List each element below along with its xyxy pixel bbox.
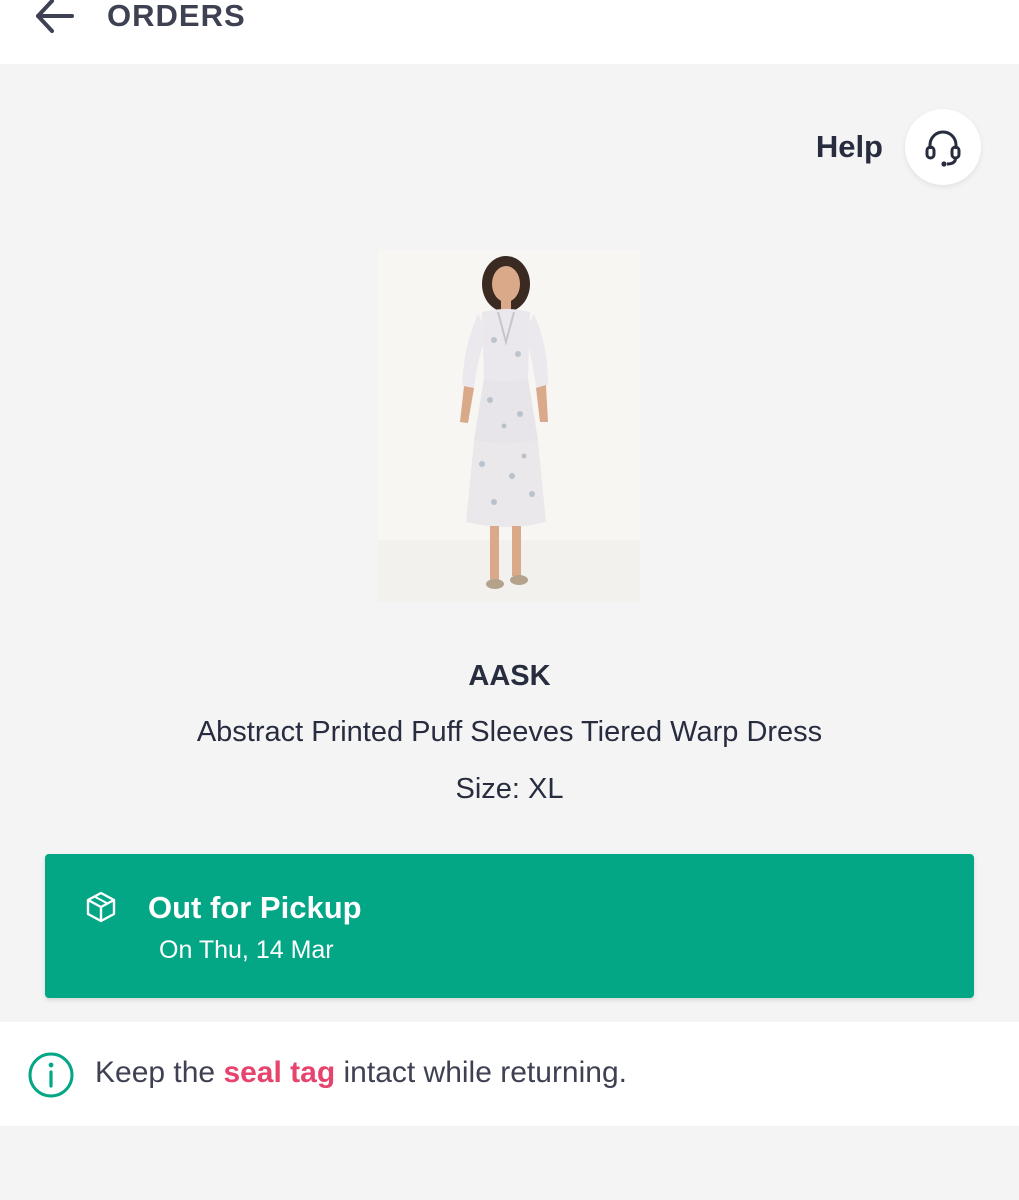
product-name: Abstract Printed Puff Sleeves Tiered War… [196,716,823,748]
return-info-text: Keep the seal tag intact while returning… [95,1056,627,1090]
back-button[interactable] [30,0,78,38]
package-icon [86,891,116,923]
info-text-prefix: Keep the [95,1056,224,1089]
page-title: ORDERS [107,0,246,33]
info-circle-icon [28,1052,74,1098]
info-text-suffix: intact while returning. [335,1056,627,1089]
headset-icon [925,130,961,167]
return-info-banner: Keep the seal tag intact while returning… [0,1022,1019,1126]
status-date: On Thu, 14 Mar [159,936,334,964]
arrow-left-icon [36,0,74,33]
help-label: Help [815,129,883,164]
help-icon-circle[interactable] [905,109,981,185]
top-bar: ORDERS [0,0,1019,64]
dress-model-illustration [378,250,640,602]
help-button[interactable]: Help [816,109,981,185]
status-title: Out for Pickup [148,890,362,925]
product-size: Size: XL [455,773,564,805]
product-brand: AASK [468,660,551,692]
order-status-card[interactable]: Out for Pickup On Thu, 14 Mar [45,854,974,998]
product-image[interactable] [378,250,640,602]
seal-tag-link[interactable]: seal tag [223,1056,335,1089]
